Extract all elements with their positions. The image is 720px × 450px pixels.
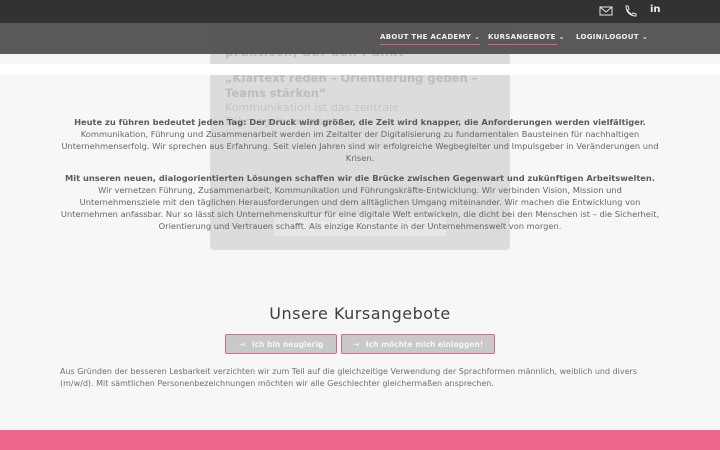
login-button[interactable]: ⇥ Ich möchte mich einloggen!: [341, 334, 495, 354]
chevron-down-icon: ⌄: [474, 33, 481, 41]
intro-heading-1: Heute zu führen bedeutet jeden Tag: Der …: [74, 117, 646, 127]
nav-item-login-label: LOGIN/LOGOUT: [576, 33, 639, 41]
active-underline: [380, 44, 481, 45]
intro-paragraph-1: Heute zu führen bedeutet jeden Tag: Der …: [58, 116, 662, 164]
nav-item-login[interactable]: LOGIN/LOGOUT ⌄: [576, 33, 648, 47]
login-icon: ⇥: [352, 340, 359, 349]
header-strip: [0, 64, 720, 75]
hero-quote: „Klartext reden – Orientierung geben – T…: [225, 71, 478, 100]
footer-bar: [0, 430, 720, 450]
intro-text-1: Kommunikation, Führung und Zusammenarbei…: [61, 129, 659, 163]
mail-icon[interactable]: [599, 5, 613, 17]
login-button-label: Ich möchte mich einloggen!: [365, 340, 484, 349]
active-underline: [488, 44, 557, 45]
intro-heading-2: Mit unseren neuen, dialogorientierten Lö…: [64, 173, 655, 183]
linkedin-icon[interactable]: in: [650, 4, 661, 15]
intro-paragraph-2: Mit unseren neuen, dialogorientierten Lö…: [58, 172, 662, 232]
login-icon: ⇥: [238, 340, 245, 349]
chevron-down-icon: ⌄: [641, 33, 649, 41]
intro-text: Heute zu führen bedeutet jeden Tag: Der …: [58, 116, 662, 240]
phone-icon[interactable]: [623, 5, 637, 17]
main-nav: ABOUT THE ACADEMY ⌄ KURSANGEBOTE ⌄ LOGIN/L…: [0, 23, 720, 54]
intro-text-2: Wir vernetzen Führung, Zusammenarbeit, K…: [60, 185, 660, 231]
nav-item-kursangebote-label: KURSANGEBOTE: [488, 33, 556, 41]
gender-note: Aus Gründen der besseren Lesbarkeit verz…: [60, 367, 637, 388]
nav-item-about-label: ABOUT THE ACADEMY: [380, 33, 472, 41]
chevron-down-icon: ⌄: [558, 33, 565, 41]
nav-item-kursangebote[interactable]: KURSANGEBOTE ⌄: [488, 33, 565, 47]
top-bar: in: [0, 0, 720, 23]
curious-button[interactable]: ⇥ Ich bin neugierig: [225, 334, 337, 354]
curious-button-label: Ich bin neugierig: [251, 340, 324, 349]
section-title: Unsere Kursangebote: [269, 304, 451, 323]
nav-item-about[interactable]: ABOUT THE ACADEMY ⌄: [380, 33, 481, 47]
